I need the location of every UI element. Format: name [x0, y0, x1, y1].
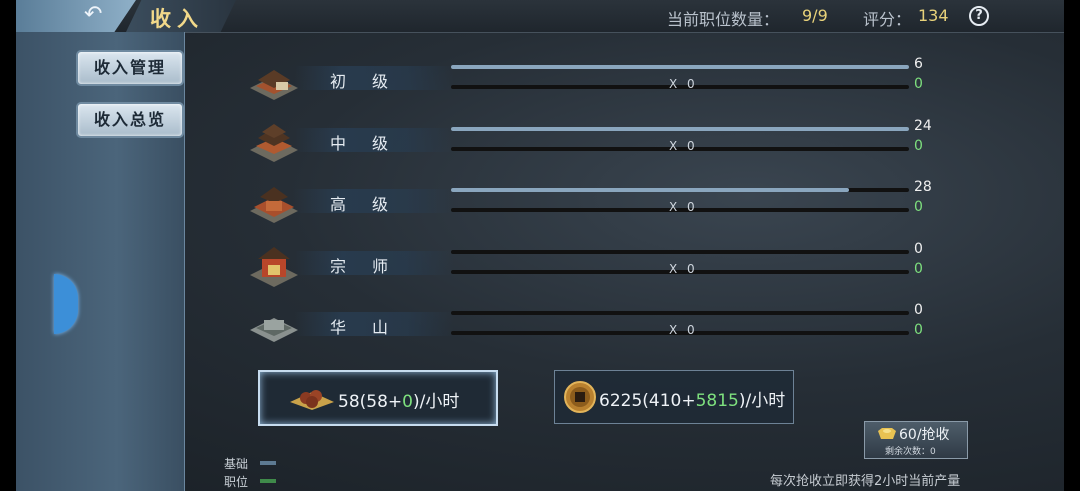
- page-title: 收入: [150, 6, 204, 31]
- income-row: 华山 X 0 0 0: [246, 302, 946, 352]
- score-value: 134: [918, 6, 949, 25]
- harvest-footnote: 每次抢收立即获得2小时当前产量: [770, 474, 961, 489]
- multiplier: X 0: [669, 200, 698, 214]
- score-label: 评分：: [863, 10, 912, 29]
- food-summary-text: 58(58+0)/小时: [338, 387, 459, 412]
- legend-position-swatch: [260, 479, 276, 483]
- coin-base: (410+: [642, 391, 696, 411]
- row-name: 初级: [330, 72, 415, 91]
- position-value: 0: [914, 322, 923, 338]
- food-plate-icon: [290, 390, 334, 410]
- sidebar-item-income-management[interactable]: 收入管理: [76, 50, 184, 86]
- multiplier: X 0: [669, 262, 698, 276]
- base-value: 0: [914, 302, 923, 318]
- multiplier: X 0: [669, 77, 698, 91]
- base-bar: [451, 250, 909, 254]
- row-name: 中级: [330, 134, 415, 153]
- position-value: 0: [914, 261, 923, 277]
- income-row: 高级 X 0 28 0: [246, 179, 946, 229]
- food-summary-box[interactable]: 58(58+0)/小时: [258, 370, 498, 426]
- base-bar: [451, 65, 909, 69]
- multiplier: X 0: [669, 139, 698, 153]
- back-arrow-icon: ↶: [84, 2, 103, 27]
- food-total: 58: [338, 392, 360, 412]
- coin-total: 6225: [599, 391, 643, 411]
- multiplier: X 0: [669, 323, 698, 337]
- base-value: 6: [914, 56, 923, 72]
- position-value: 0: [914, 199, 923, 215]
- positions-value: 9/9: [802, 6, 828, 25]
- harvest-remaining: 剩余次数：0: [885, 447, 936, 457]
- coin-bonus: 5815: [695, 391, 739, 411]
- harvest-label: 60/抢收: [899, 427, 950, 443]
- coin-icon: [564, 381, 596, 413]
- position-value: 0: [914, 76, 923, 92]
- row-name: 宗师: [330, 257, 415, 276]
- sidebar-collapse-tab[interactable]: [54, 274, 78, 334]
- base-value: 0: [914, 241, 923, 257]
- base-bar: [451, 188, 909, 192]
- coin-summary-text: 6225(410+5815)/小时: [599, 386, 785, 411]
- sidebar-item-income-overview[interactable]: 收入总览: [76, 102, 184, 138]
- income-row: 中级 X 0 24 0: [246, 118, 946, 168]
- sidebar: 收入管理 收入总览: [16, 32, 185, 491]
- income-row: 初级 X 0 6 0: [246, 56, 946, 106]
- gold-ingot-icon: [878, 428, 896, 439]
- base-bar: [451, 311, 909, 315]
- food-base: (58+: [359, 392, 403, 412]
- base-bar-fill: [451, 127, 909, 131]
- row-name: 华山: [330, 318, 415, 337]
- legend-base-label: 基础: [224, 457, 249, 471]
- legend-position-label: 职位: [224, 475, 249, 489]
- game-screen: ↶ 收入 当前职位数量： 9/9 评分： 134 ? 收入管理 收入总览 初级 …: [16, 0, 1064, 491]
- base-bar-fill: [451, 65, 909, 69]
- harvest-button[interactable]: 60/抢收 剩余次数：0: [864, 421, 968, 459]
- income-row: 宗师 X 0 0 0: [246, 241, 946, 291]
- positions-label: 当前职位数量：: [667, 10, 780, 29]
- position-value: 0: [914, 138, 923, 154]
- base-value: 28: [914, 179, 932, 195]
- base-value: 24: [914, 118, 932, 134]
- food-suffix: )/小时: [412, 392, 460, 412]
- top-bar: ↶ 收入 当前职位数量： 9/9 评分： 134 ?: [16, 0, 1064, 33]
- coin-suffix: )/小时: [738, 391, 786, 411]
- base-bar: [451, 127, 909, 131]
- row-name: 高级: [330, 195, 415, 214]
- base-bar-fill: [451, 188, 850, 192]
- legend-base-swatch: [260, 461, 276, 465]
- help-icon[interactable]: ?: [969, 6, 989, 26]
- back-button[interactable]: ↶: [16, 0, 136, 32]
- food-bonus: 0: [402, 392, 413, 412]
- coin-summary-box[interactable]: 6225(410+5815)/小时: [554, 370, 794, 424]
